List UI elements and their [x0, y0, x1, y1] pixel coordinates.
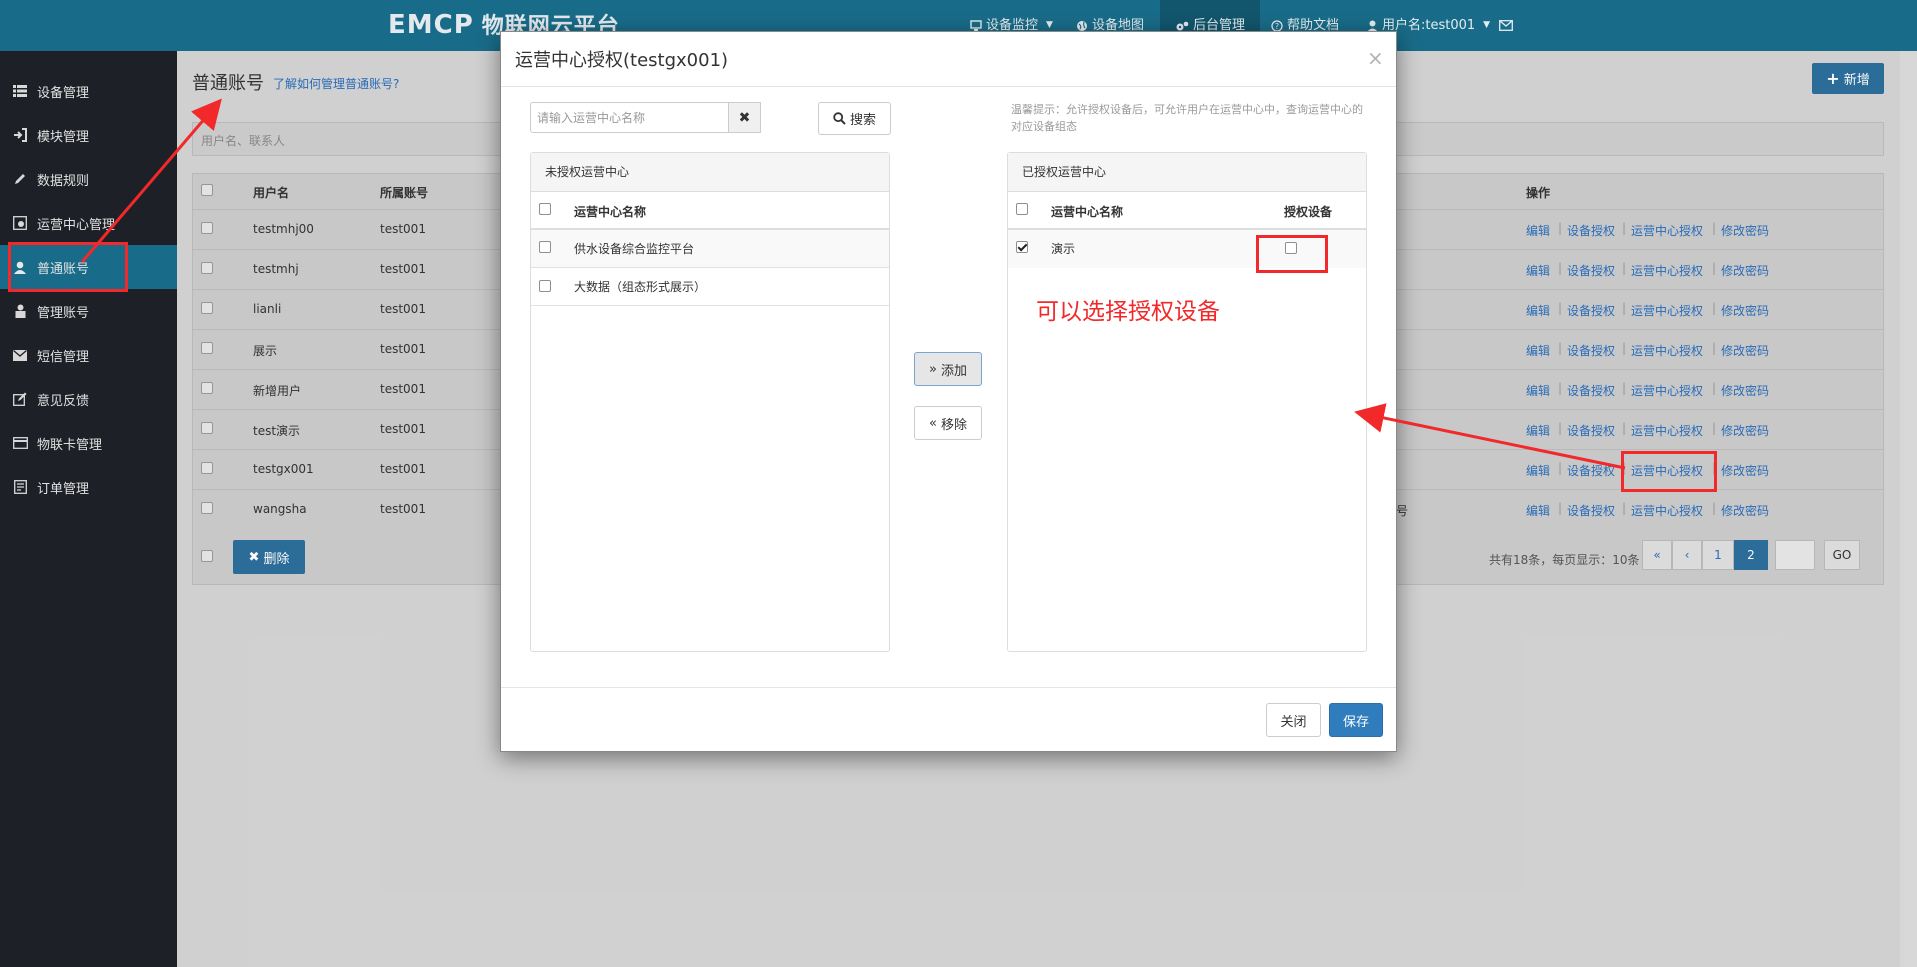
arrow-link-to-modal: [1354, 403, 1626, 470]
arrow-sidebar-to-title: [80, 98, 222, 263]
annotation-arrows: [80, 98, 1626, 470]
